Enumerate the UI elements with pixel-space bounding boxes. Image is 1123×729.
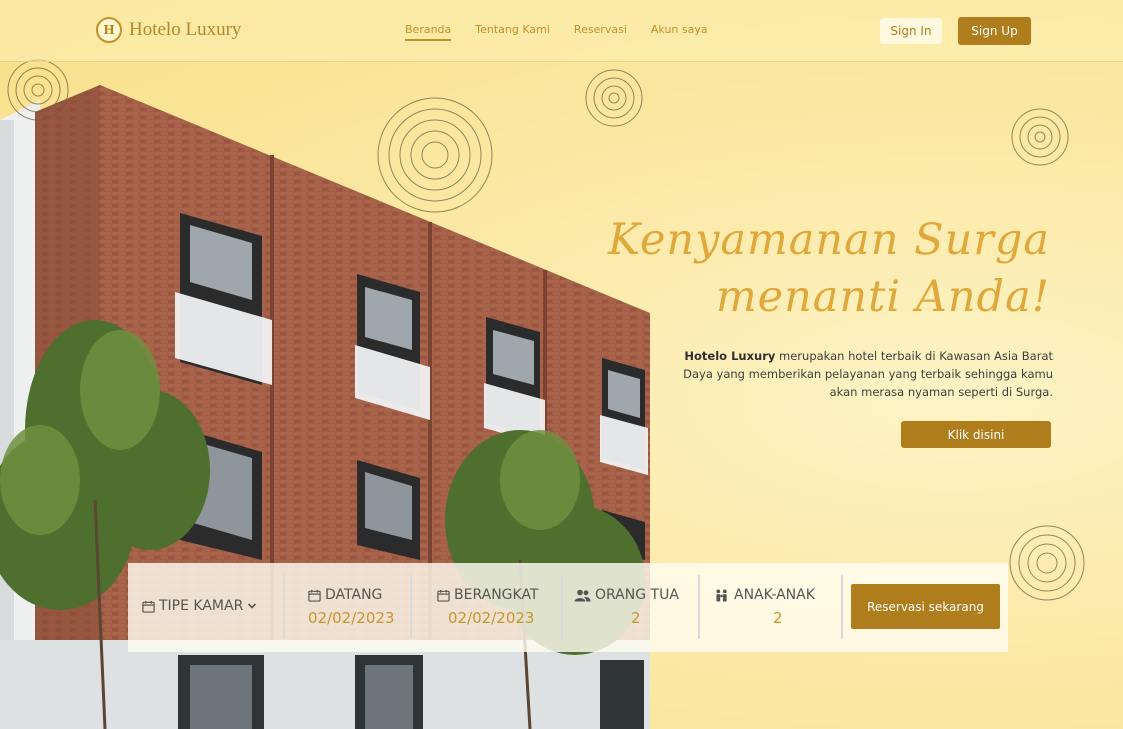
sign-in-button[interactable]: Sign In xyxy=(880,18,942,44)
sign-up-button[interactable]: Sign Up xyxy=(958,17,1031,45)
chevron-down-icon xyxy=(248,603,257,609)
room-type-label: TIPE KAMAR xyxy=(159,598,244,614)
calendar-icon xyxy=(142,600,155,613)
hero-title-line-2: menanti Anda! xyxy=(715,272,1050,322)
divider xyxy=(841,575,843,639)
hero-description: Hotelo Luxury merupakan hotel terbaik di… xyxy=(653,347,1053,401)
divider xyxy=(283,575,285,639)
checkin-label: DATANG xyxy=(325,587,383,603)
hero-title: Kenyamanan Surga menanti Anda! xyxy=(530,212,1050,326)
brand-name: Hotelo Luxury xyxy=(129,19,242,40)
adults-count-field[interactable]: ORANG TUA 2 xyxy=(568,563,696,652)
nav-item-akun-saya[interactable]: Akun saya xyxy=(651,23,708,41)
divider xyxy=(561,575,563,639)
nav-item-beranda[interactable]: Beranda xyxy=(405,23,452,41)
checkout-value: 02/02/2023 xyxy=(448,609,535,627)
children-count-field[interactable]: ANAK-ANAK 2 xyxy=(706,563,838,652)
nav-item-tentang-kami[interactable]: Tentang Kami xyxy=(475,23,550,41)
calendar-icon xyxy=(308,589,321,602)
checkin-date-field[interactable]: DATANG 02/02/2023 xyxy=(293,563,408,652)
klik-disini-button[interactable]: Klik disini xyxy=(901,421,1051,448)
children-label-wrap: ANAK-ANAK xyxy=(714,587,815,603)
adults-label-wrap: ORANG TUA xyxy=(574,587,679,603)
room-type-label-wrap: TIPE KAMAR xyxy=(142,598,257,614)
nav-item-reservasi[interactable]: Reservasi xyxy=(574,23,627,41)
checkin-value: 02/02/2023 xyxy=(308,609,395,627)
booking-bar: TIPE KAMAR DATANG 02/02/2023 BERANGKAT 0… xyxy=(128,563,1008,652)
checkout-label-wrap: BERANGKAT xyxy=(437,587,539,603)
top-navbar: H Hotelo Luxury Beranda Tentang Kami Res… xyxy=(0,0,1123,62)
adults-value: 2 xyxy=(631,609,641,627)
reserve-now-button[interactable]: Reservasi sekarang xyxy=(851,584,1000,629)
nav-menu: Beranda Tentang Kami Reservasi Akun saya xyxy=(405,23,732,41)
children-label: ANAK-ANAK xyxy=(734,587,815,603)
divider xyxy=(698,575,700,639)
hero-title-line-1: Kenyamanan Surga xyxy=(607,215,1050,265)
calendar-icon xyxy=(437,589,450,602)
brand-logo[interactable]: H Hotelo Luxury xyxy=(96,17,241,43)
hotel-logo-icon: H xyxy=(96,17,122,43)
divider xyxy=(410,575,412,639)
hero-description-brand: Hotelo Luxury xyxy=(684,349,776,363)
children-value: 2 xyxy=(773,609,783,627)
checkout-label: BERANGKAT xyxy=(454,587,539,603)
room-type-select[interactable]: TIPE KAMAR xyxy=(140,563,280,652)
people-icon xyxy=(574,589,591,601)
adults-label: ORANG TUA xyxy=(595,587,679,603)
checkout-date-field[interactable]: BERANGKAT 02/02/2023 xyxy=(420,563,560,652)
family-icon xyxy=(716,588,727,602)
checkin-label-wrap: DATANG xyxy=(308,587,382,603)
